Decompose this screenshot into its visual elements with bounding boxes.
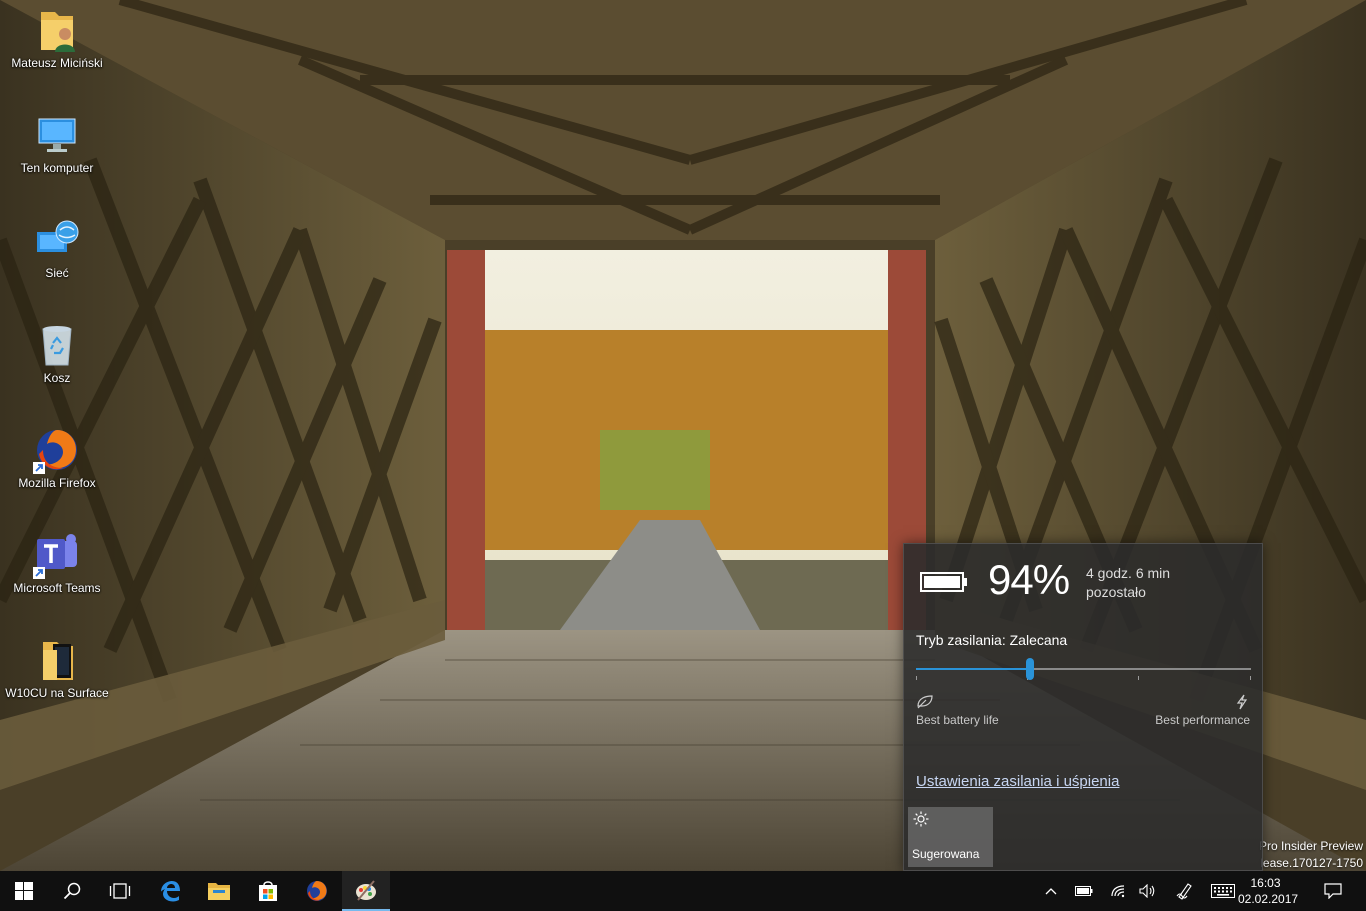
watermark-line-2: lease.170127-1750 — [1260, 856, 1363, 870]
search-button[interactable] — [48, 871, 96, 911]
desktop-icon-label: Mozilla Firefox — [18, 476, 96, 490]
slider-tick — [1250, 676, 1251, 680]
desktop-icon-label: Microsoft Teams — [13, 581, 101, 595]
battery-large-icon — [920, 572, 968, 592]
desktop-icon-recycle-bin[interactable]: Kosz — [4, 315, 110, 386]
desktop-icon-label: Kosz — [43, 371, 71, 385]
action-center-button[interactable] — [1312, 871, 1354, 911]
slider-tick — [916, 676, 917, 680]
computer-icon — [33, 111, 81, 159]
firefox-icon — [33, 426, 81, 474]
teams-icon — [33, 531, 81, 579]
clock-date: 02.02.2017 — [1238, 892, 1299, 906]
time-remaining-suffix: pozostało — [1086, 584, 1146, 600]
tray-touch-keyboard[interactable] — [1206, 871, 1240, 911]
desktop-icon-teams[interactable]: Microsoft Teams — [4, 525, 110, 596]
show-hidden-icons-button[interactable] — [1038, 871, 1064, 911]
brightness-quick-action[interactable]: Sugerowana — [908, 807, 993, 867]
brightness-tile-label: Sugerowana — [912, 847, 980, 861]
battery-icon — [1075, 886, 1093, 896]
recycle-bin-icon — [33, 321, 81, 369]
power-mode-label: Tryb zasilania: Zalecana — [916, 632, 1068, 648]
desktop-icon-label: Ten komputer — [20, 161, 94, 175]
task-view-button[interactable] — [96, 871, 144, 911]
notification-icon — [1324, 883, 1342, 899]
tray-battery[interactable] — [1070, 871, 1098, 911]
chevron-up-icon — [1045, 888, 1057, 895]
taskbar-paint[interactable] — [342, 871, 390, 911]
folder-icon — [33, 636, 81, 684]
edge-icon — [161, 881, 180, 902]
best-battery-life-label: Best battery life — [916, 713, 999, 727]
power-mode-slider[interactable] — [916, 656, 1251, 682]
battery-flyout: 94% 4 godz. 6 min pozostało Tryb zasilan… — [903, 543, 1263, 871]
best-performance-label: Best performance — [1155, 713, 1250, 727]
search-icon — [63, 882, 81, 900]
taskbar-store[interactable] — [244, 871, 292, 911]
desktop-icon-w10cu-folder[interactable]: W10CU na Surface — [4, 630, 110, 701]
firefox-icon — [307, 881, 327, 901]
desktop-icon-firefox[interactable]: Mozilla Firefox — [4, 420, 110, 491]
power-sleep-settings-link[interactable]: Ustawienia zasilania i uśpienia — [916, 773, 1119, 790]
slider-tick — [1138, 676, 1139, 680]
wifi-icon — [1111, 885, 1125, 898]
windows-logo-icon — [15, 882, 33, 900]
taskbar-edge[interactable] — [146, 871, 194, 911]
task-view-icon — [109, 883, 131, 899]
desktop-icon-label: W10CU na Surface — [5, 686, 109, 700]
start-button[interactable] — [0, 871, 48, 911]
pen-icon — [1176, 883, 1192, 900]
battery-saver-leaf-icon — [916, 694, 934, 710]
build-watermark: Pro Insider Preview lease.170127-1750 — [1259, 838, 1363, 872]
brightness-sun-icon — [913, 811, 929, 827]
lightning-icon — [1233, 694, 1251, 710]
battery-percentage: 94% — [988, 556, 1070, 603]
taskbar-firefox[interactable] — [293, 871, 341, 911]
watermark-line-1: Pro Insider Preview — [1258, 839, 1363, 853]
keyboard-icon — [1211, 884, 1235, 898]
desktop-icon-label: Mateusz Miciński — [11, 56, 103, 70]
clock-time: 16:03 — [1250, 876, 1281, 890]
network-icon — [33, 216, 81, 264]
taskbar-file-explorer[interactable] — [195, 871, 243, 911]
tray-windows-ink[interactable] — [1170, 871, 1200, 911]
taskbar-clock[interactable]: 16:03 02.02.2017 — [1238, 875, 1299, 907]
desktop-icon-label: Sieć — [45, 266, 69, 280]
tray-volume[interactable] — [1134, 871, 1162, 911]
desktop-icon-this-pc[interactable]: Ten komputer — [4, 105, 110, 176]
slider-thumb[interactable] — [1025, 658, 1034, 680]
slider-fill — [916, 668, 1030, 670]
desktop-icon-user-folder[interactable]: Mateusz Miciński — [4, 0, 110, 71]
paint-icon — [356, 880, 376, 901]
time-remaining-value: 4 godz. 6 min — [1086, 565, 1171, 581]
store-icon — [259, 881, 277, 901]
desktop-icon-network[interactable]: Sieć — [4, 210, 110, 281]
user-folder-icon — [33, 6, 81, 54]
tray-wifi[interactable] — [1104, 871, 1132, 911]
battery-time-remaining: 4 godz. 6 min pozostało — [1086, 564, 1170, 602]
taskbar: 16:03 02.02.2017 — [0, 871, 1366, 911]
volume-icon — [1139, 884, 1155, 898]
folder-icon — [208, 883, 230, 900]
